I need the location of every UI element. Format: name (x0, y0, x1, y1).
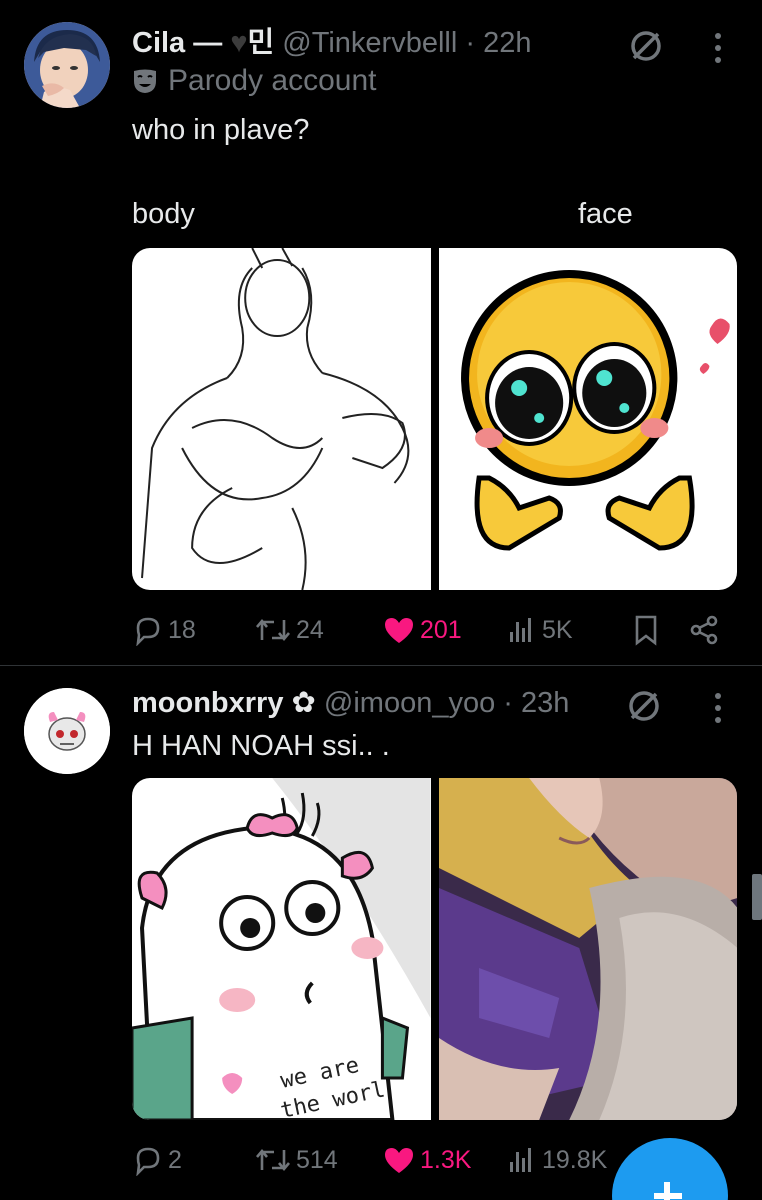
parody-account-label: Parody account (132, 64, 376, 98)
tweet-2[interactable]: moonbxrry ✿ @imoon_yoo · 23h H HAN NOAH … (0, 666, 762, 1200)
avatar[interactable] (24, 688, 110, 774)
heart-icon (385, 1148, 413, 1173)
media-image-anime-character[interactable] (438, 778, 737, 1120)
black-heart-icon: ♥ (230, 27, 248, 59)
tweet-1[interactable]: Cila — ♥민 @Tinkervbelll · 22h Parody acc… (0, 0, 762, 665)
repost-button[interactable]: 24 (254, 612, 324, 648)
timestamp[interactable]: 23h (521, 687, 569, 719)
views-count: 5K (542, 615, 573, 644)
parody-text: Parody account (168, 64, 377, 97)
tweet-text: who in plave? (132, 114, 310, 146)
bookmark-icon (635, 615, 657, 646)
views-count: 19.8K (542, 1145, 608, 1174)
reply-count: 18 (168, 615, 196, 644)
reply-button[interactable]: 2 (132, 1142, 182, 1178)
reply-icon (136, 617, 160, 646)
heart-icon (385, 618, 413, 643)
display-name[interactable]: Cila — (132, 27, 230, 59)
views-icon (510, 618, 531, 642)
user-handle[interactable]: @Tinkervbelll (282, 27, 457, 59)
separator-dot: · (495, 687, 522, 719)
grok-icon[interactable] (626, 688, 662, 724)
separator-dot: · (457, 27, 484, 59)
repost-icon (256, 1148, 290, 1172)
reply-button[interactable]: 18 (132, 612, 196, 648)
views-icon (510, 1148, 531, 1172)
share-icon (690, 615, 718, 645)
media-label-body: body (132, 198, 195, 230)
tweet-text: H HAN NOAH ssi.. . (132, 730, 390, 762)
like-count: 201 (420, 615, 462, 644)
like-button[interactable]: 201 (382, 612, 462, 648)
theater-mask-icon (134, 69, 156, 93)
grok-icon[interactable] (628, 28, 664, 64)
reply-count: 2 (168, 1145, 182, 1174)
compose-plus-icon-bar (654, 1193, 682, 1199)
views-button[interactable]: 19.8K (506, 1142, 607, 1178)
media-label-face: face (578, 198, 633, 230)
tweet-header: Cila — ♥민 @Tinkervbelll · 22h (132, 24, 531, 62)
media-grid[interactable] (132, 248, 737, 590)
repost-button[interactable]: 514 (254, 1142, 338, 1178)
display-name[interactable]: moonbxrry (132, 687, 283, 719)
media-image-cursed-emoji[interactable] (438, 248, 737, 590)
media-grid[interactable]: we are the worl (132, 778, 737, 1120)
user-handle[interactable]: @imoon_yoo (324, 687, 495, 719)
like-count: 1.3K (420, 1145, 472, 1174)
media-image-body-sketch[interactable] (132, 248, 431, 590)
tweet-header: moonbxrry ✿ @imoon_yoo · 23h (132, 684, 569, 722)
flower-icon: ✿ (291, 687, 316, 719)
share-button[interactable] (688, 612, 720, 648)
repost-count: 24 (296, 615, 324, 644)
avatar[interactable] (24, 22, 110, 108)
bookmark-button[interactable] (632, 612, 660, 648)
display-name-suffix[interactable]: 민 (248, 27, 275, 59)
media-image-cartoon-character[interactable]: we are the worl (132, 778, 431, 1120)
reply-icon (136, 1147, 160, 1176)
timestamp[interactable]: 22h (483, 27, 531, 59)
views-button[interactable]: 5K (506, 612, 573, 648)
like-button[interactable]: 1.3K (382, 1142, 471, 1178)
repost-icon (256, 618, 290, 642)
tweet-actions: 18 24 201 5K (132, 612, 732, 648)
avatar-image (24, 688, 110, 774)
more-icon[interactable] (710, 30, 726, 66)
avatar-image (24, 22, 110, 108)
scrollbar-thumb[interactable] (752, 874, 762, 920)
more-icon[interactable] (710, 690, 726, 726)
repost-count: 514 (296, 1145, 338, 1174)
